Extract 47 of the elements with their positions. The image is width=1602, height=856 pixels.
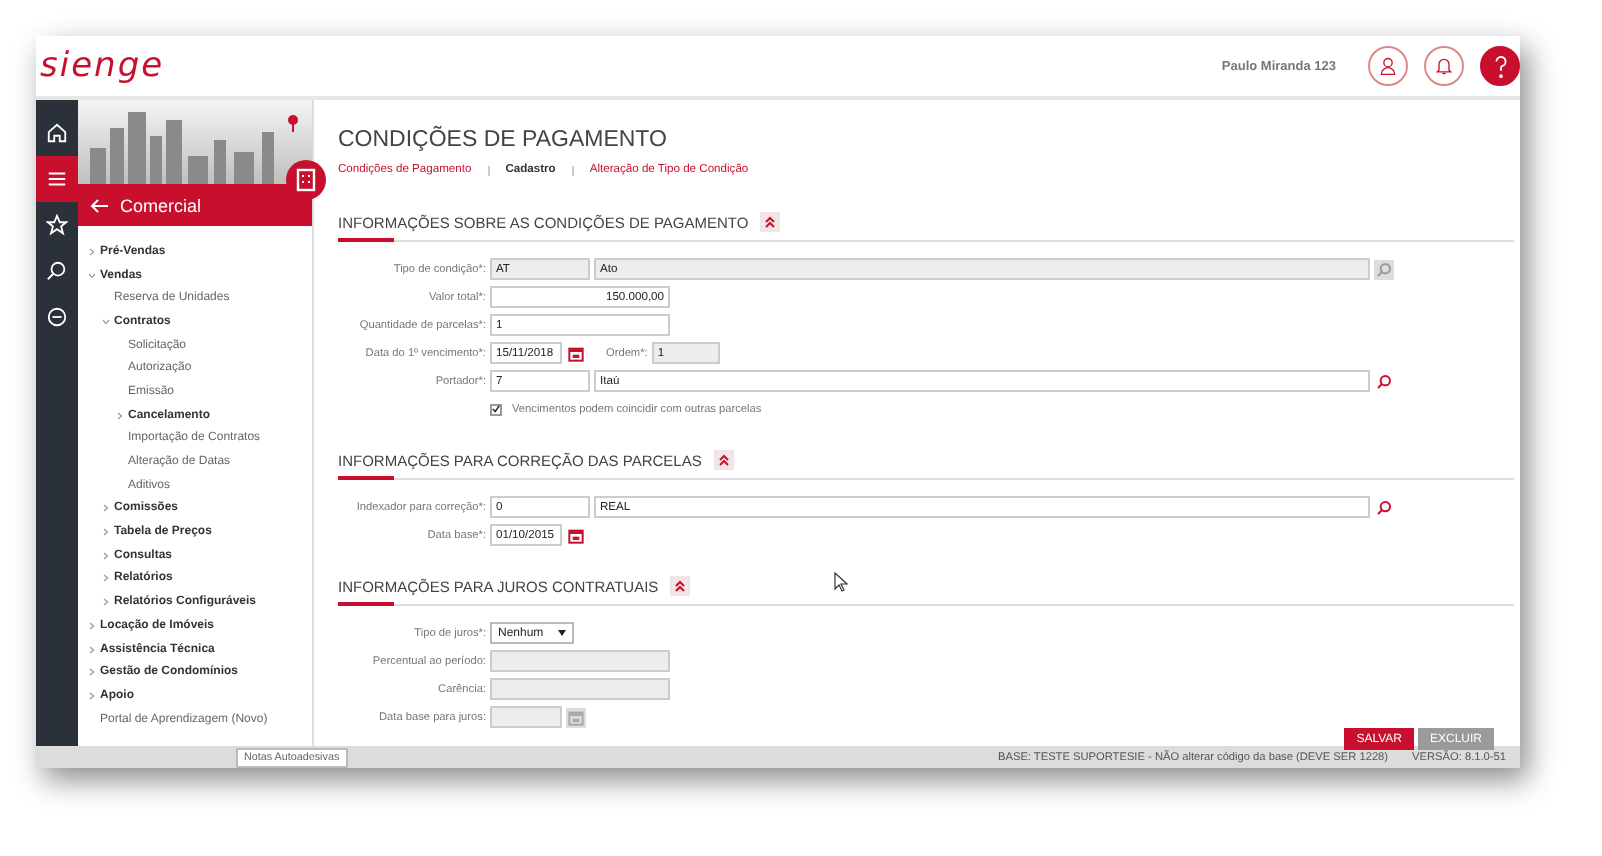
module-title: Comercial xyxy=(120,195,202,215)
help-button[interactable] xyxy=(1480,46,1520,86)
calendar-button[interactable] xyxy=(566,525,586,545)
back-arrow-icon[interactable] xyxy=(90,197,110,213)
home-icon xyxy=(46,122,68,144)
notifications-button[interactable] xyxy=(1424,46,1464,86)
caret-icon xyxy=(558,630,566,636)
chevron-right-icon xyxy=(88,691,96,700)
calendar-icon xyxy=(568,345,584,361)
minus-circle-icon xyxy=(46,306,68,328)
search-button[interactable] xyxy=(1374,259,1394,279)
chevron-right-icon xyxy=(88,621,96,630)
pin-icon[interactable] xyxy=(286,114,300,132)
double-chevron-up-icon xyxy=(764,216,777,228)
calendar-icon xyxy=(568,527,584,543)
search-icon xyxy=(1376,373,1392,389)
chevron-right-icon xyxy=(102,504,110,513)
star-icon xyxy=(46,214,68,236)
chevron-right-icon xyxy=(102,574,110,583)
collapse-button[interactable] xyxy=(670,576,691,596)
search-icon xyxy=(1376,261,1392,277)
calendar-button[interactable] xyxy=(566,343,586,363)
chevron-right-icon xyxy=(102,528,110,537)
search-button[interactable] xyxy=(1374,371,1394,391)
search-icon xyxy=(1376,499,1392,515)
search-icon xyxy=(46,260,68,282)
search-button[interactable] xyxy=(1374,497,1394,517)
check-icon xyxy=(492,404,500,414)
calendar-icon xyxy=(568,709,584,725)
chevron-right-icon xyxy=(88,668,96,677)
checkbox[interactable] xyxy=(490,403,502,415)
double-chevron-up-icon xyxy=(717,454,730,466)
chevron-right-icon xyxy=(102,598,110,607)
double-chevron-up-icon xyxy=(674,580,687,592)
collapse-button[interactable] xyxy=(713,450,734,470)
collapse-button[interactable] xyxy=(760,212,781,232)
bell-icon xyxy=(1434,56,1454,76)
logo: sienge xyxy=(40,46,165,86)
chevron-right-icon xyxy=(88,645,96,654)
chevron-right-icon xyxy=(116,411,124,420)
page-title: CONDIÇÕES DE PAGAMENTO xyxy=(338,128,669,152)
chevron-right-icon xyxy=(88,247,96,256)
user-button[interactable] xyxy=(1368,46,1408,86)
chevron-right-icon xyxy=(102,551,110,560)
mouse-pointer-icon xyxy=(834,572,848,592)
user-icon xyxy=(1378,56,1398,76)
menu-icon xyxy=(46,168,68,190)
